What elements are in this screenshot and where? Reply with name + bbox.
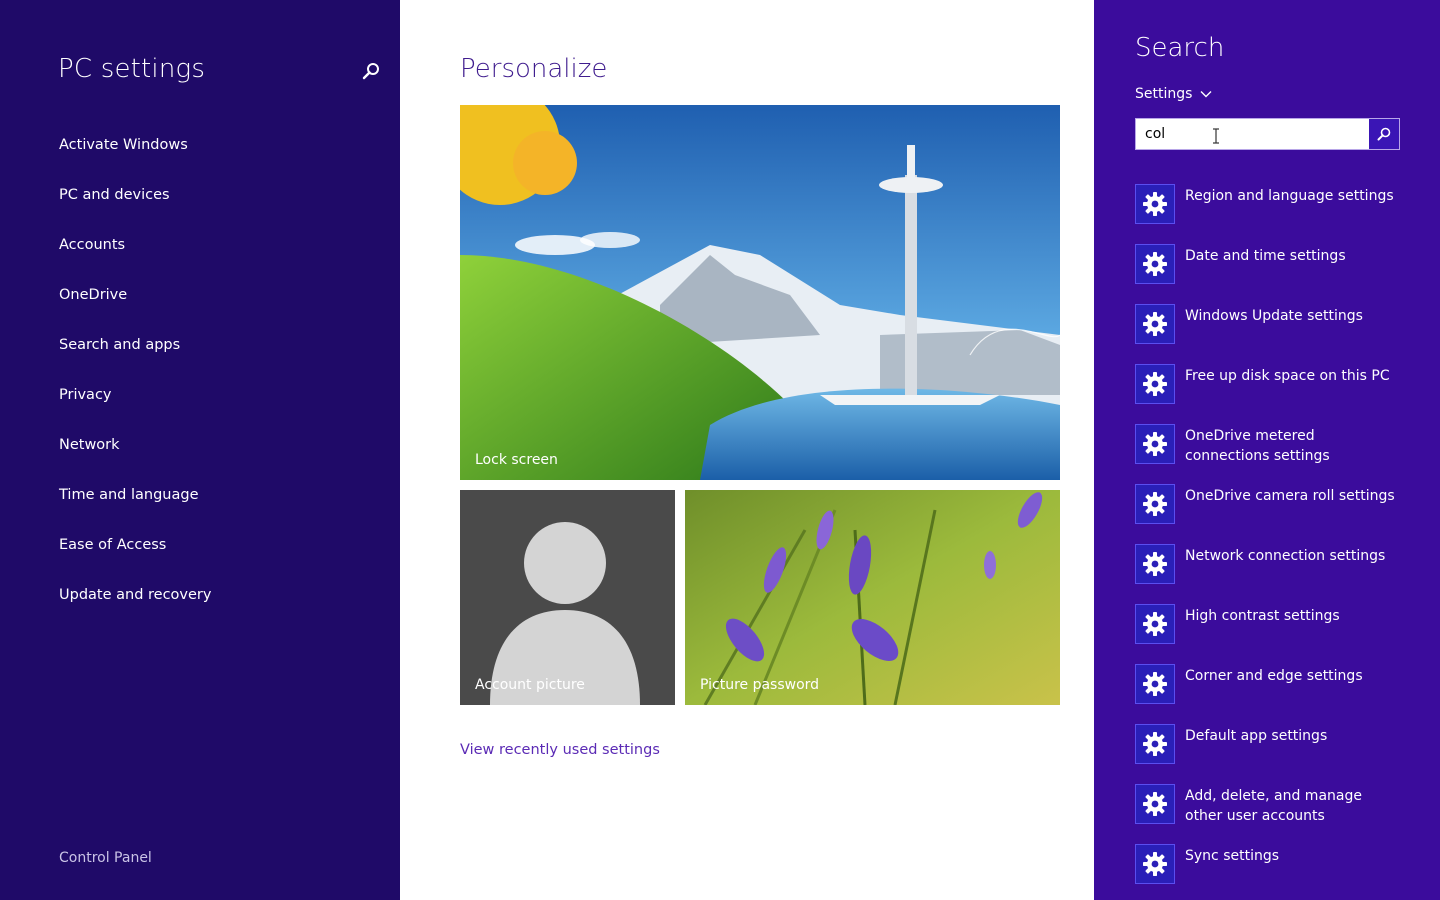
- gear-icon: [1135, 184, 1175, 224]
- nav-item-pc-and-devices[interactable]: PC and devices: [0, 178, 400, 228]
- search-result-label: Add, delete, and manage other user accou…: [1185, 788, 1362, 824]
- nav-item-onedrive[interactable]: OneDrive: [0, 278, 400, 328]
- text-cursor-icon: [1213, 128, 1219, 144]
- search-result-label: Date and time settings: [1185, 248, 1346, 264]
- search-title: Search: [1135, 33, 1225, 63]
- search-result-item[interactable]: OneDrive camera roll settings: [1135, 484, 1405, 540]
- page-title: Personalize: [460, 54, 608, 84]
- nav-item-time-and-language[interactable]: Time and language: [0, 478, 400, 528]
- gear-icon: [1135, 424, 1175, 464]
- search-result-label: OneDrive metered connections settings: [1185, 428, 1330, 464]
- gear-icon: [1135, 364, 1175, 404]
- search-result-item[interactable]: High contrast settings: [1135, 604, 1405, 660]
- lock-screen-label: Lock screen: [475, 452, 558, 468]
- gear-icon: [1135, 544, 1175, 584]
- search-result-item[interactable]: Corner and edge settings: [1135, 664, 1405, 720]
- search-result-label: Network connection settings: [1185, 548, 1386, 564]
- search-result-item[interactable]: Add, delete, and manage other user accou…: [1135, 784, 1405, 840]
- search-submit-button[interactable]: [1369, 119, 1399, 149]
- search-result-label: High contrast settings: [1185, 608, 1340, 624]
- nav-list: Activate Windows PC and devices Accounts…: [0, 128, 400, 628]
- gear-icon: [1135, 724, 1175, 764]
- lock-screen-tile[interactable]: Lock screen: [460, 105, 1060, 480]
- account-picture-tile[interactable]: Account picture: [460, 490, 675, 705]
- search-result-item[interactable]: Sync settings: [1135, 844, 1405, 900]
- search-result-label: Default app settings: [1185, 728, 1328, 744]
- lock-screen-image: [460, 105, 1060, 480]
- nav-item-privacy[interactable]: Privacy: [0, 378, 400, 428]
- search-icon[interactable]: [360, 60, 382, 82]
- chevron-down-icon: [1200, 91, 1212, 98]
- personalize-page: Personalize Lock screen Account picture …: [400, 0, 1094, 900]
- search-result-item[interactable]: Region and language settings: [1135, 184, 1405, 240]
- search-charm: Search Settings Region and language sett…: [1094, 0, 1440, 900]
- search-result-label: Free up disk space on this PC: [1185, 368, 1390, 384]
- gear-icon: [1135, 304, 1175, 344]
- search-result-item[interactable]: Date and time settings: [1135, 244, 1405, 300]
- gear-icon: [1135, 784, 1175, 824]
- search-result-label: Windows Update settings: [1185, 308, 1363, 324]
- gear-icon: [1135, 484, 1175, 524]
- search-result-item[interactable]: Network connection settings: [1135, 544, 1405, 600]
- account-picture-label: Account picture: [475, 677, 585, 693]
- view-recent-settings-link[interactable]: View recently used settings: [460, 742, 660, 758]
- search-result-label: Region and language settings: [1185, 188, 1394, 204]
- search-result-item[interactable]: OneDrive metered connections settings: [1135, 424, 1405, 480]
- search-result-label: Sync settings: [1185, 848, 1280, 864]
- nav-item-network[interactable]: Network: [0, 428, 400, 478]
- gear-icon: [1135, 664, 1175, 704]
- picture-password-tile[interactable]: Picture password: [685, 490, 1060, 705]
- gear-icon: [1135, 244, 1175, 284]
- search-result-label: Corner and edge settings: [1185, 668, 1363, 684]
- nav-item-search-and-apps[interactable]: Search and apps: [0, 328, 400, 378]
- picture-password-image: [685, 490, 1060, 705]
- search-scope-dropdown[interactable]: Settings: [1135, 86, 1212, 102]
- nav-item-accounts[interactable]: Accounts: [0, 228, 400, 278]
- search-scope-label: Settings: [1135, 86, 1193, 102]
- search-result-item[interactable]: Free up disk space on this PC: [1135, 364, 1405, 420]
- gear-icon: [1135, 844, 1175, 884]
- pane-title: PC settings: [58, 54, 206, 84]
- picture-password-label: Picture password: [700, 677, 820, 693]
- gear-icon: [1135, 604, 1175, 644]
- search-box: [1135, 118, 1400, 150]
- settings-nav-pane: PC settings Activate Windows PC and devi…: [0, 0, 400, 900]
- nav-item-update-and-recovery[interactable]: Update and recovery: [0, 578, 400, 628]
- search-result-label: OneDrive camera roll settings: [1185, 488, 1395, 504]
- control-panel-link[interactable]: Control Panel: [59, 850, 152, 866]
- nav-item-activate-windows[interactable]: Activate Windows: [0, 128, 400, 178]
- search-result-item[interactable]: Windows Update settings: [1135, 304, 1405, 360]
- search-input[interactable]: [1136, 119, 1370, 149]
- nav-item-ease-of-access[interactable]: Ease of Access: [0, 528, 400, 578]
- search-icon: [1377, 127, 1391, 141]
- search-result-item[interactable]: Default app settings: [1135, 724, 1405, 780]
- person-silhouette-icon: [490, 522, 640, 705]
